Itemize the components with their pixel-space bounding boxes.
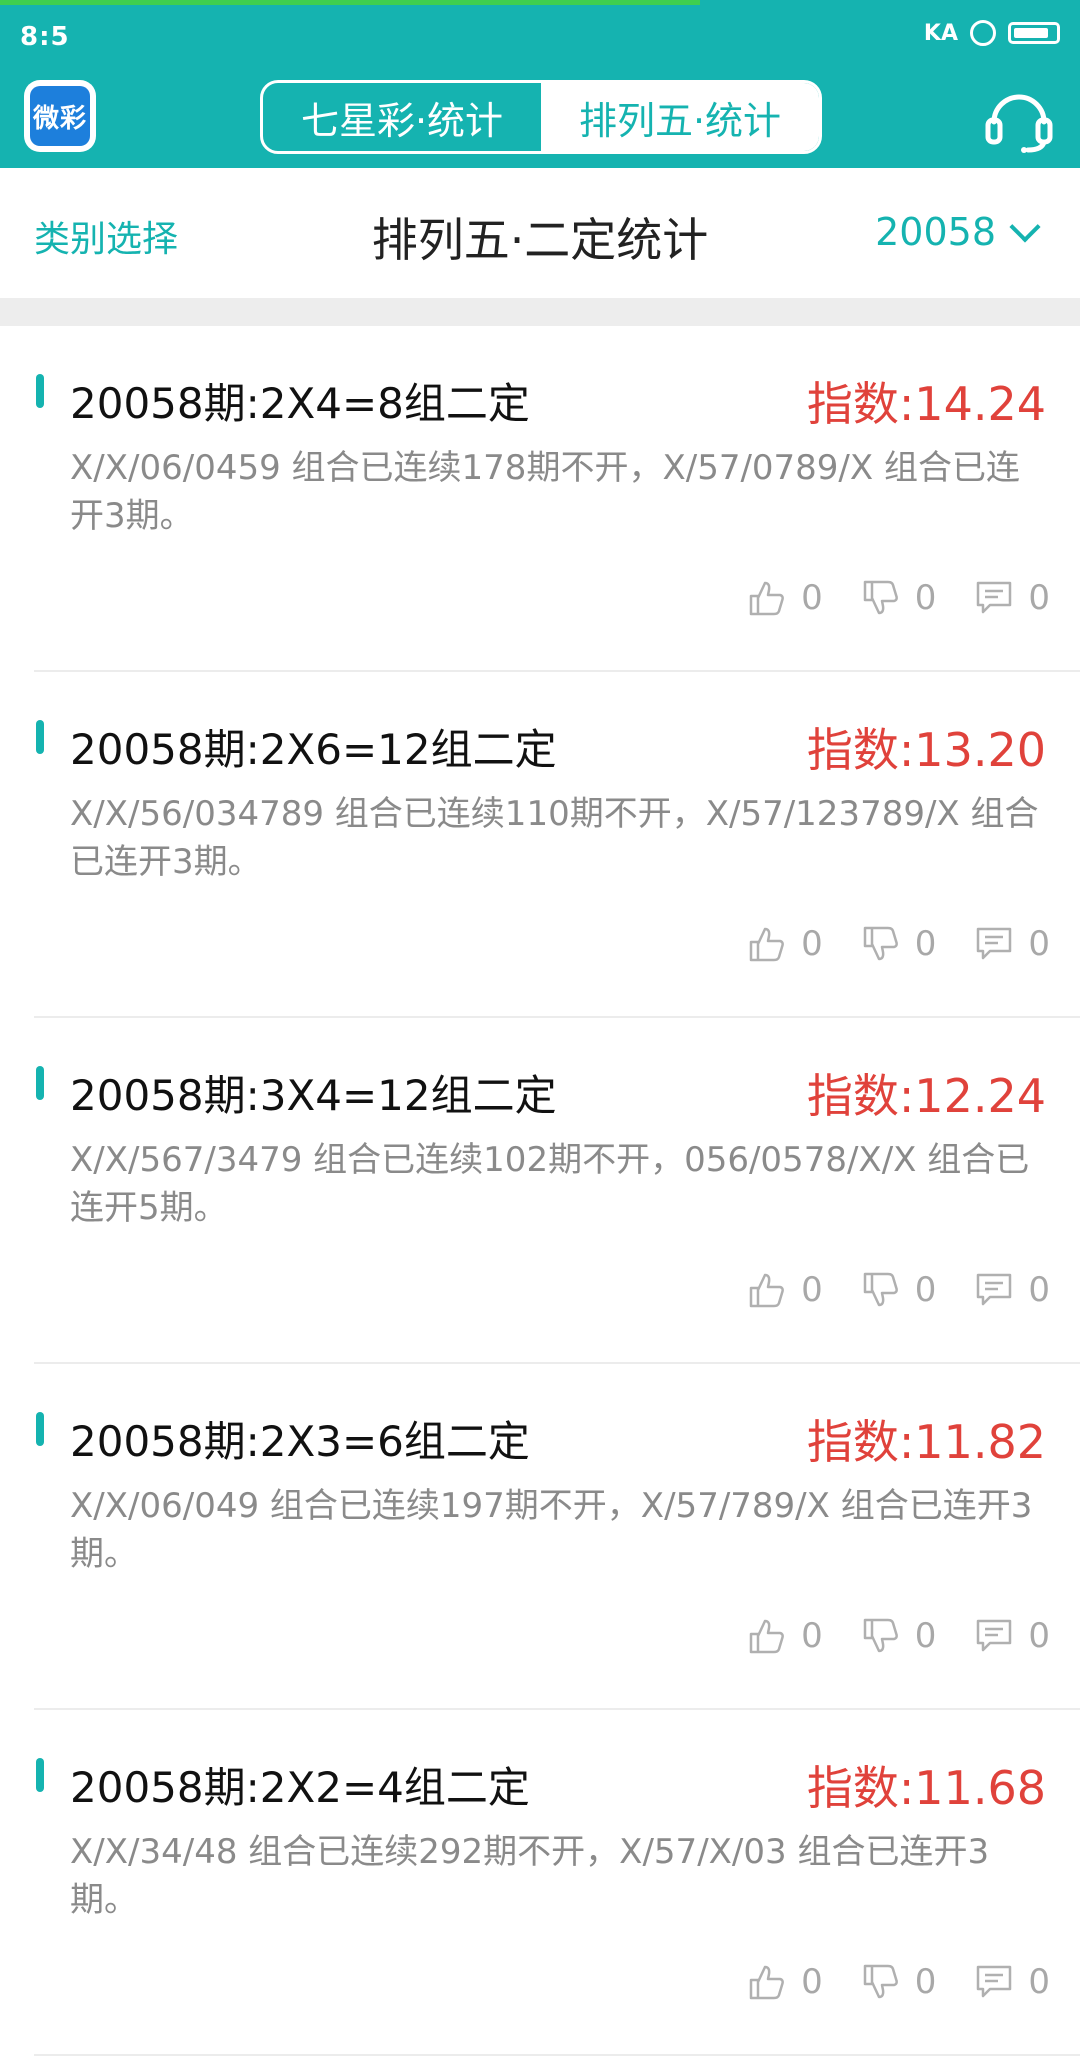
dislike-button[interactable]: 0	[861, 1616, 937, 1656]
tab-pailiewu[interactable]: 排列五·统计	[541, 83, 819, 151]
network-label: KA	[923, 20, 958, 46]
item-marker	[36, 720, 44, 754]
item-title: 20058期:2X3=6组二定	[70, 1417, 530, 1466]
progress-line	[0, 0, 700, 5]
like-count: 0	[801, 1270, 823, 1310]
dislike-count: 0	[914, 924, 937, 964]
item-actions: 0 0 0	[747, 1616, 1050, 1656]
dislike-button[interactable]: 0	[861, 924, 937, 964]
like-count: 0	[801, 924, 823, 964]
period-dropdown[interactable]: 20058	[875, 210, 1041, 254]
dislike-button[interactable]: 0	[861, 578, 937, 618]
dislike-count: 0	[914, 1962, 937, 2002]
item-marker	[36, 1412, 44, 1446]
dislike-button[interactable]: 0	[861, 1270, 937, 1310]
thumbs-down-icon	[863, 1964, 898, 1999]
comment-button[interactable]: 0	[974, 1270, 1050, 1310]
headset-icon[interactable]	[984, 84, 1054, 154]
like-button[interactable]: 0	[747, 578, 823, 618]
like-count: 0	[801, 578, 823, 618]
thumbs-down-icon	[863, 926, 898, 961]
item-description: X/X/56/034789 组合已连续110期不开，X/57/123789/X …	[70, 794, 1039, 882]
sub-header: 类别选择 排列五·二定统计 20058	[0, 168, 1080, 298]
thumbs-up-icon	[749, 581, 784, 616]
item-title: 20058期:3X4=12组二定	[70, 1071, 557, 1120]
item-actions: 0 0 0	[747, 1962, 1050, 2002]
like-count: 0	[801, 1962, 823, 2002]
comment-icon	[977, 581, 1012, 614]
tab-qixingcai[interactable]: 七星彩·统计	[263, 83, 541, 151]
app-logo[interactable]: 微彩	[24, 80, 96, 152]
item-index: 指数:12.24	[806, 1069, 1046, 1123]
dislike-count: 0	[914, 578, 937, 618]
item-title: 20058期:2X2=4组二定	[70, 1763, 530, 1812]
status-icons: KA	[924, 20, 1060, 46]
comment-icon	[977, 1965, 1012, 1998]
stats-list: 20058期:2X4=8组二定 指数:14.24 X/X/06/0459 组合已…	[0, 326, 1080, 2056]
item-description: X/X/567/3479 组合已连续102期不开，056/0578/X/X 组合…	[70, 1140, 1030, 1228]
item-index: 指数:11.82	[806, 1415, 1046, 1469]
like-button[interactable]: 0	[747, 1616, 823, 1656]
like-button[interactable]: 0	[747, 1962, 823, 2002]
item-description: X/X/34/48 组合已连续292期不开，X/57/X/03 组合已连开3期。	[70, 1832, 990, 1920]
item-marker	[36, 1758, 44, 1792]
thumbs-up-icon	[749, 1965, 784, 2000]
list-item[interactable]: 20058期:2X3=6组二定 指数:11.82 X/X/06/049 组合已连…	[0, 1364, 1080, 1710]
comment-button[interactable]: 0	[974, 924, 1050, 964]
comment-count: 0	[1028, 1962, 1050, 2002]
item-marker	[36, 1066, 44, 1100]
dislike-button[interactable]: 0	[861, 1962, 937, 2002]
dislike-count: 0	[914, 1616, 937, 1656]
comment-icon	[977, 927, 1012, 960]
app-logo-text: 微彩	[30, 86, 90, 146]
like-button[interactable]: 0	[747, 1270, 823, 1310]
thumbs-up-icon	[749, 927, 784, 962]
thumbs-down-icon	[863, 1272, 898, 1307]
item-description: X/X/06/0459 组合已连续178期不开，X/57/0789/X 组合已连…	[70, 448, 1020, 536]
battery-icon	[1008, 22, 1060, 44]
comment-button[interactable]: 0	[974, 578, 1050, 618]
dislike-count: 0	[914, 1270, 937, 1310]
thumbs-down-icon	[863, 1618, 898, 1653]
item-description: X/X/06/049 组合已连续197期不开，X/57/789/X 组合已连开3…	[70, 1486, 1033, 1574]
thumbs-down-icon	[863, 580, 898, 615]
signal-icon	[970, 20, 996, 46]
item-marker	[36, 374, 44, 408]
period-value: 20058	[875, 210, 996, 254]
thumbs-up-icon	[749, 1273, 784, 1308]
comment-icon	[977, 1619, 1012, 1652]
comment-count: 0	[1028, 1270, 1050, 1310]
list-item[interactable]: 20058期:2X2=4组二定 指数:11.68 X/X/34/48 组合已连续…	[0, 1710, 1080, 2056]
like-count: 0	[801, 1616, 823, 1656]
item-actions: 0 0 0	[747, 924, 1050, 964]
list-item[interactable]: 20058期:3X4=12组二定 指数:12.24 X/X/567/3479 组…	[0, 1018, 1080, 1364]
comment-button[interactable]: 0	[974, 1616, 1050, 1656]
item-actions: 0 0 0	[747, 578, 1050, 618]
list-item[interactable]: 20058期:2X6=12组二定 指数:13.20 X/X/56/034789 …	[0, 672, 1080, 1018]
section-divider	[0, 298, 1080, 326]
comment-count: 0	[1028, 924, 1050, 964]
tab-switcher: 七星彩·统计 排列五·统计	[260, 80, 822, 154]
list-item[interactable]: 20058期:2X4=8组二定 指数:14.24 X/X/06/0459 组合已…	[0, 326, 1080, 672]
app-header: 8:5 KA 微彩 七星彩·统计 排列五·统计	[0, 0, 1080, 168]
comment-count: 0	[1028, 1616, 1050, 1656]
like-button[interactable]: 0	[747, 924, 823, 964]
thumbs-up-icon	[749, 1619, 784, 1654]
status-time: 8:5	[20, 22, 70, 52]
item-index: 指数:14.24	[806, 377, 1046, 431]
chevron-down-icon	[1009, 211, 1041, 243]
item-actions: 0 0 0	[747, 1270, 1050, 1310]
item-title: 20058期:2X4=8组二定	[70, 379, 530, 428]
comment-count: 0	[1028, 578, 1050, 618]
item-title: 20058期:2X6=12组二定	[70, 725, 557, 774]
comment-button[interactable]: 0	[974, 1962, 1050, 2002]
item-index: 指数:13.20	[806, 723, 1046, 777]
comment-icon	[977, 1273, 1012, 1306]
item-index: 指数:11.68	[806, 1761, 1046, 1815]
